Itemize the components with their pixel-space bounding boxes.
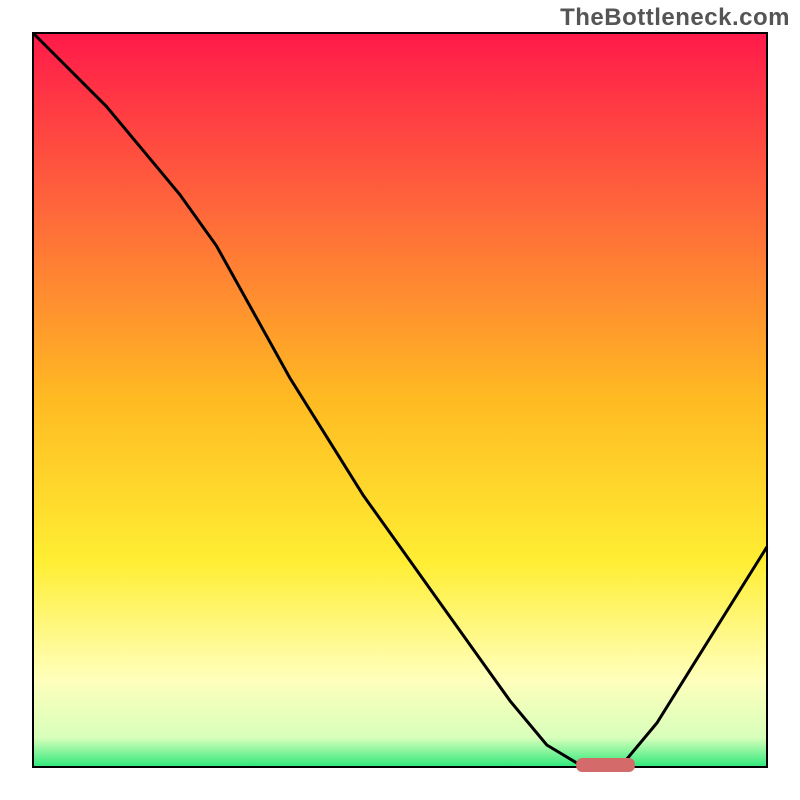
chart-container: TheBottleneck.com	[0, 0, 800, 800]
plot-background	[33, 33, 767, 767]
watermark-text: TheBottleneck.com	[560, 4, 790, 32]
optimal-marker	[576, 758, 635, 772]
chart-svg	[0, 0, 800, 800]
